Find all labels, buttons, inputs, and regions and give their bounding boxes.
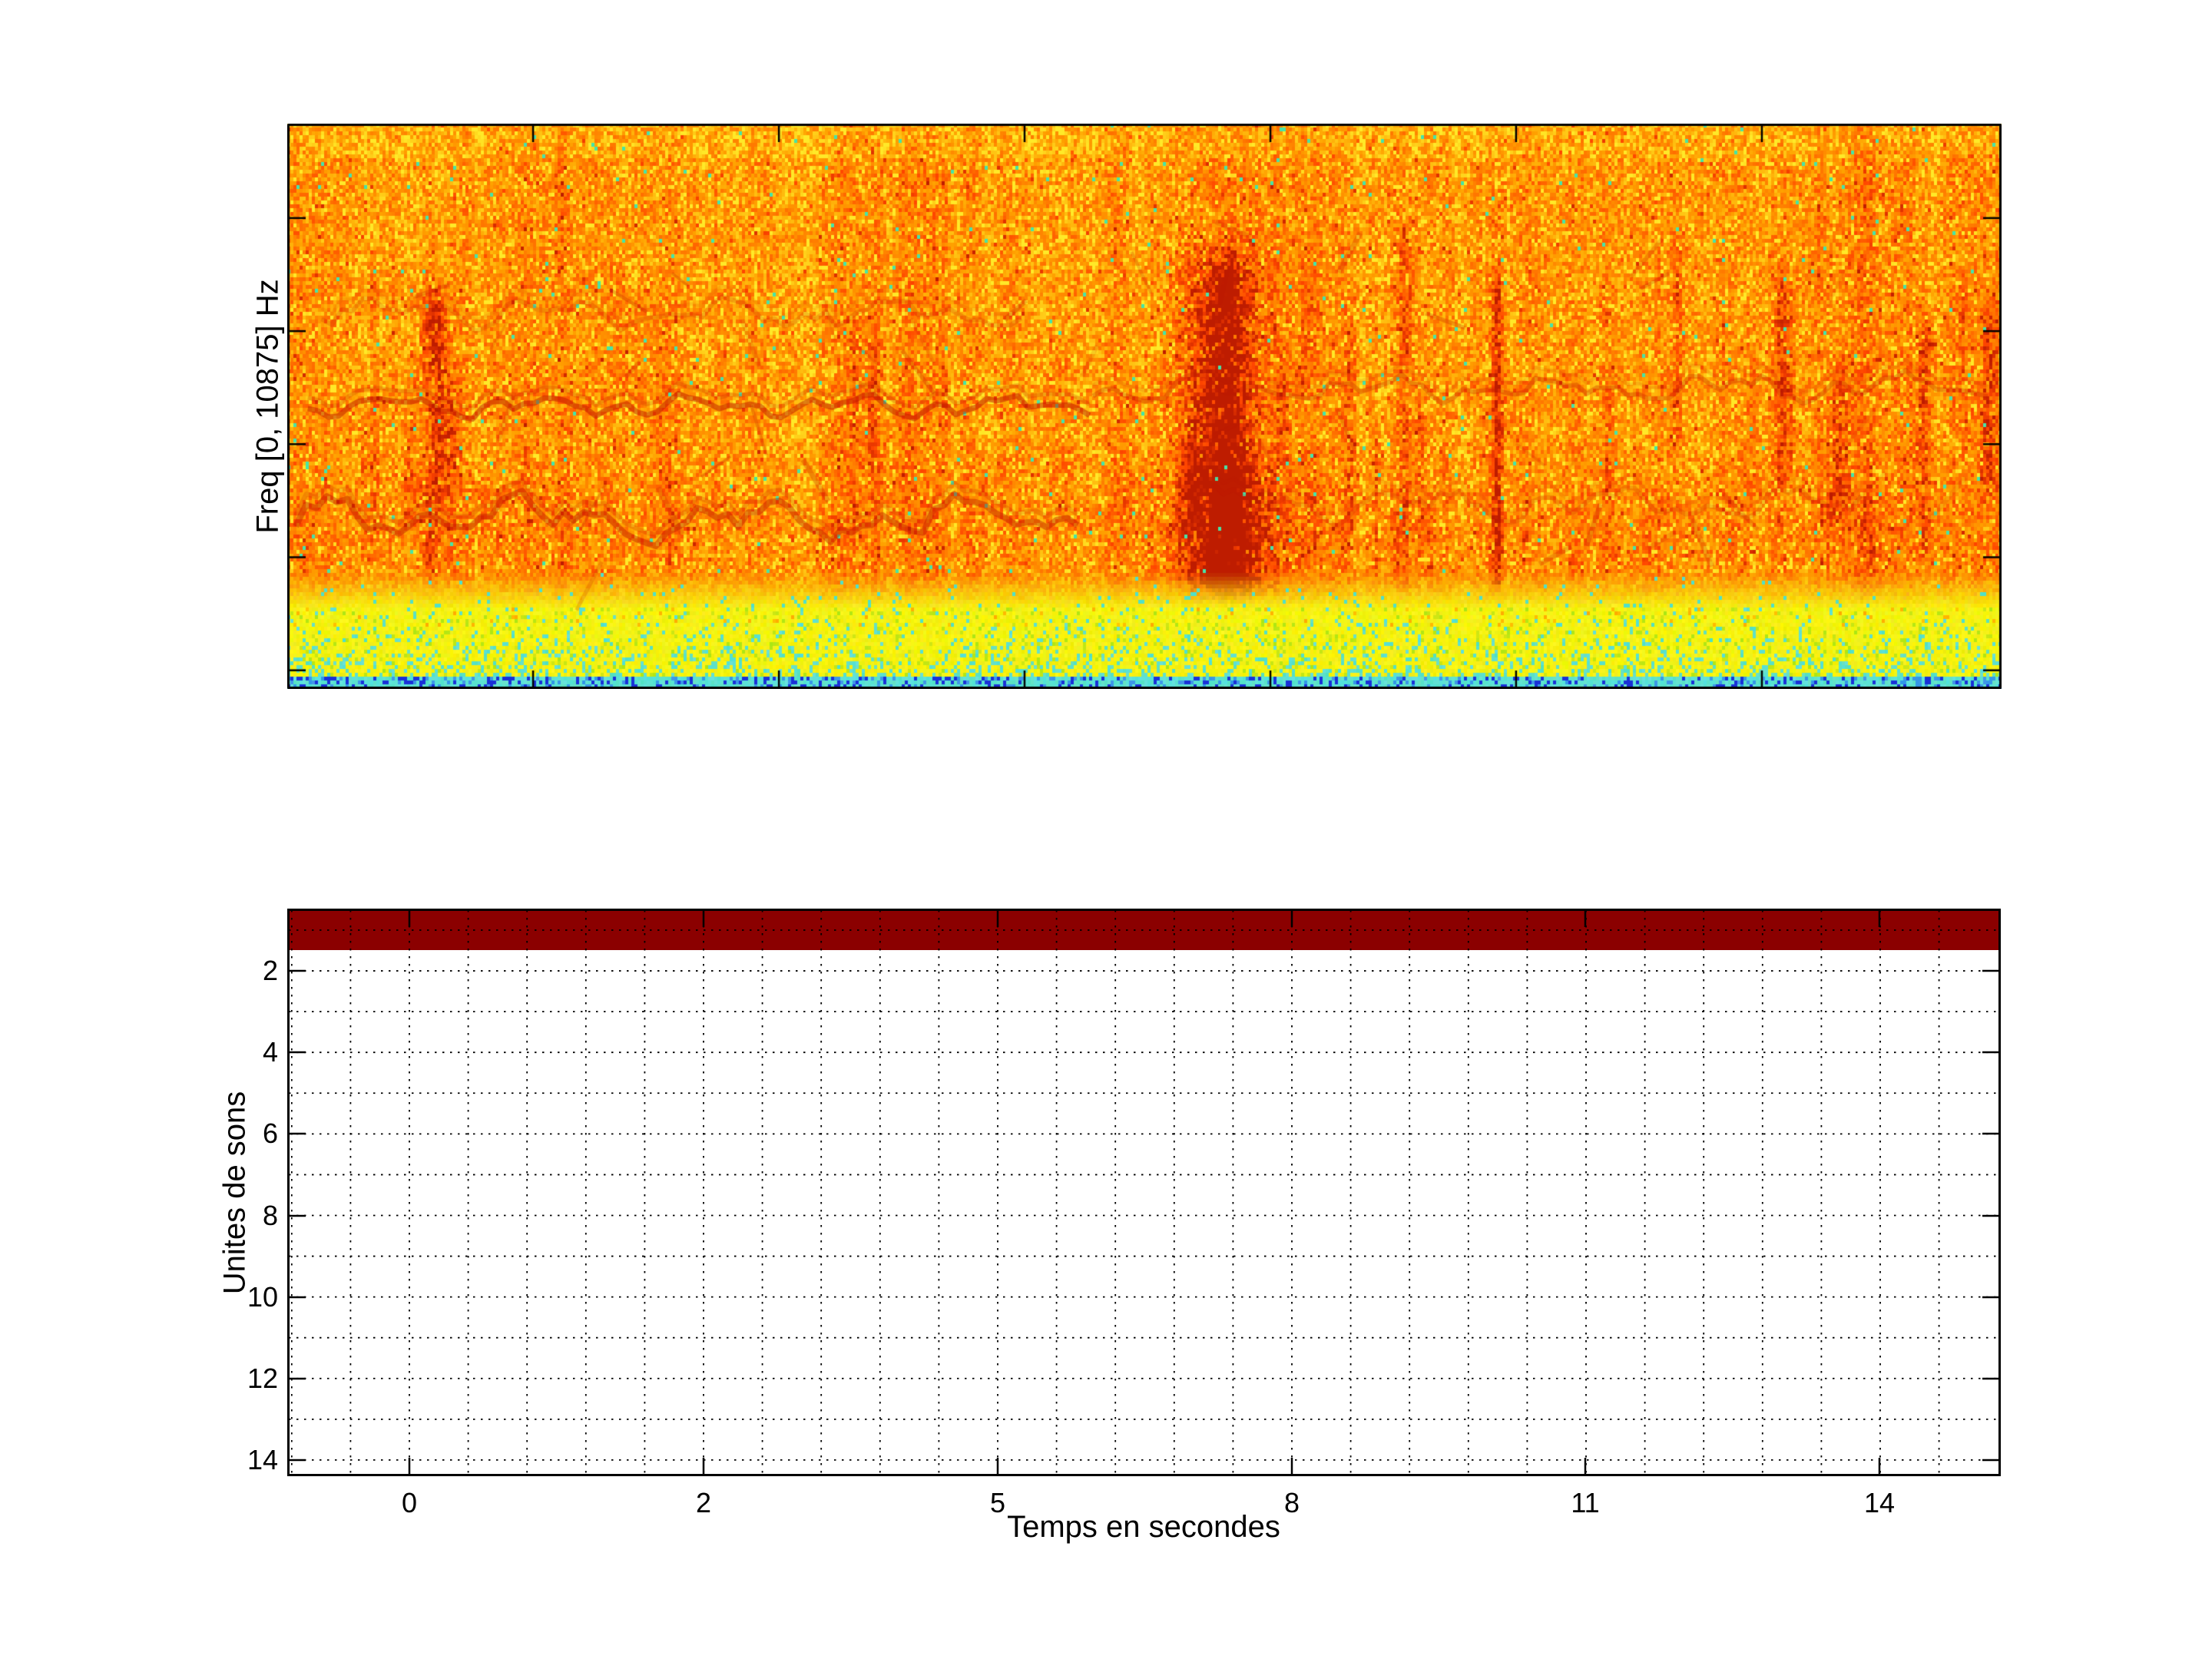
y-tick-label: 8	[262, 1200, 278, 1231]
y-tick-label: 10	[247, 1281, 278, 1313]
y-tick-label: 12	[247, 1363, 278, 1394]
spectrogram-y-axis-label: Freq [0, 10875] Hz	[250, 279, 285, 534]
y-tick-label: 6	[262, 1118, 278, 1149]
y-tick-label: 2	[262, 955, 278, 986]
y-tick-label: 14	[247, 1444, 278, 1475]
x-tick-label: 11	[1571, 1487, 1600, 1518]
x-tick-label: 0	[401, 1487, 418, 1518]
detections-plot	[287, 909, 2001, 1476]
x-tick-label: 5	[989, 1487, 1006, 1518]
axes-border	[287, 909, 2001, 1476]
detections-x-axis-label: Temps en secondes	[1007, 1510, 1280, 1544]
y-tick-label: 4	[262, 1036, 278, 1068]
x-tick-label: 2	[695, 1487, 712, 1518]
x-tick-label: 14	[1863, 1487, 1896, 1518]
detections-y-axis-label: Unites de sons	[217, 1091, 252, 1295]
spectrogram-plot	[287, 124, 2002, 689]
figure-window: { "figure": {"width": 2880, "height": 21…	[0, 0, 2212, 1659]
x-tick-label: 8	[1283, 1487, 1300, 1518]
detection-bar	[287, 909, 2001, 950]
